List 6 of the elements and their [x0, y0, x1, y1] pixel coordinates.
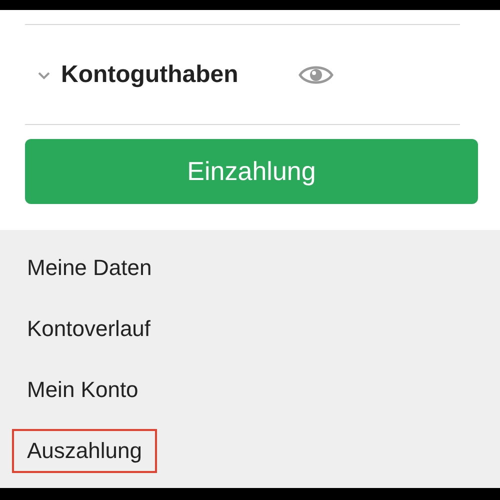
menu-item[interactable]: Mein Konto — [12, 368, 154, 412]
menu-item[interactable]: Kontoverlauf — [12, 307, 166, 351]
menu-item[interactable]: Meine Daten — [12, 246, 167, 290]
balance-label: Kontoguthaben — [61, 60, 238, 88]
menu-item[interactable]: Auszahlung — [12, 429, 157, 473]
chevron-icon[interactable] — [37, 70, 51, 80]
